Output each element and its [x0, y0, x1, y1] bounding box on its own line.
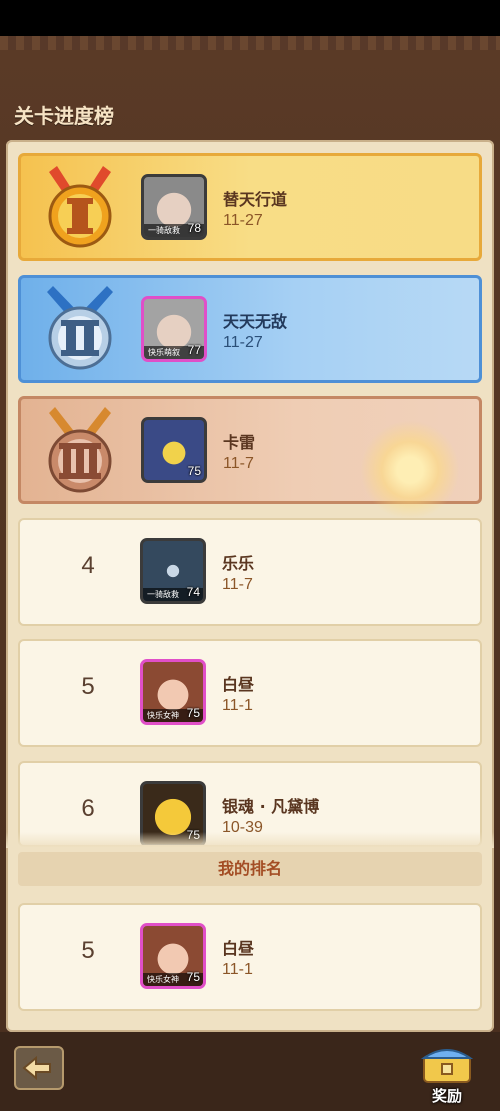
player-avatar[interactable]: 一骑敌救 78	[141, 174, 207, 240]
back-arrow-icon	[22, 1055, 51, 1081]
rank-number: 6	[81, 795, 95, 822]
player-level: 78	[187, 221, 201, 235]
player-name: 银魂 · 凡黛博	[222, 797, 320, 816]
silver-medal-icon	[47, 286, 113, 370]
rank-number: 5	[81, 673, 95, 700]
player-avatar[interactable]: 一骑敌救 74	[140, 538, 206, 604]
stage-progress: 11-1	[222, 697, 253, 714]
player-avatar[interactable]: 快乐女神 75	[140, 923, 206, 989]
page-title: 关卡进度榜	[14, 104, 114, 128]
back-button[interactable]	[14, 1046, 64, 1090]
stage-progress: 11-7	[223, 455, 254, 472]
player-avatar[interactable]: 快乐萌叙 77	[141, 296, 207, 362]
treasure-chest-icon	[420, 1049, 474, 1083]
player-level: 74	[186, 585, 200, 599]
ranking-row[interactable]: 快乐萌叙 77 天天无敌 11-27	[18, 275, 482, 383]
reward-label: 奖励	[431, 1087, 462, 1105]
player-name: 白昼	[222, 939, 255, 958]
stage-progress: 11-27	[223, 334, 263, 351]
sparkle-orb	[360, 420, 460, 520]
status-bar	[0, 0, 500, 36]
player-name: 乐乐	[222, 554, 255, 573]
player-avatar[interactable]: 快乐女神 75	[140, 659, 206, 725]
player-avatar[interactable]: 75	[141, 417, 207, 483]
player-name: 卡雷	[223, 433, 256, 452]
stage-progress: 11-27	[223, 212, 263, 229]
player-level: 75	[186, 970, 200, 984]
stage-progress: 11-7	[222, 576, 253, 593]
player-level: 75	[186, 706, 200, 720]
bronze-medal-icon	[48, 407, 112, 493]
gold-medal-icon	[48, 166, 112, 248]
player-level: 77	[187, 343, 201, 357]
ranking-row[interactable]: 5 快乐女神 75 白昼 11-1	[18, 639, 482, 747]
player-level: 75	[187, 464, 201, 478]
rank-number: 4	[81, 552, 95, 579]
ranking-row[interactable]: 4 一骑敌救 74 乐乐 11-7	[18, 518, 482, 626]
player-name: 替天行道	[223, 190, 288, 209]
player-name: 白昼	[222, 675, 255, 694]
stage-progress: 11-1	[222, 961, 253, 978]
my-rank-header: 我的排名	[18, 852, 482, 886]
frame-pattern	[0, 36, 500, 50]
list-fade	[6, 832, 494, 848]
rank-number: 5	[81, 937, 95, 964]
reward-button[interactable]: 奖励	[416, 1040, 478, 1106]
player-name: 天天无敌	[223, 312, 288, 331]
my-rank-row[interactable]: 5 快乐女神 75 白昼 11-1	[18, 903, 482, 1011]
ranking-row[interactable]: 一骑敌救 78 替天行道 11-27	[18, 153, 482, 261]
